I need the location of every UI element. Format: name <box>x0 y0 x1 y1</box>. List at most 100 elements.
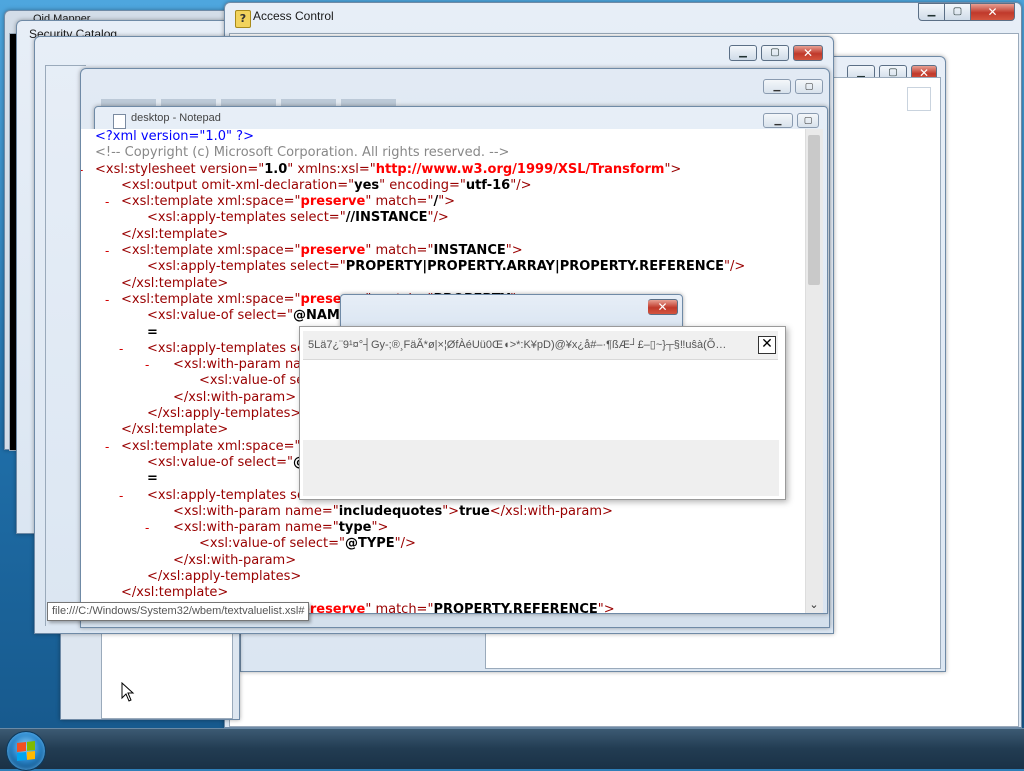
caption-buttons: ▁ ▢ <box>763 79 823 94</box>
xml-line-content: </xsl:template> <box>121 422 228 438</box>
xml-line-content: </xsl:template> <box>121 227 228 243</box>
xml-token: preserve <box>300 601 366 613</box>
xml-token: utf-16 <box>465 177 511 193</box>
close-button[interactable]: ✕ <box>648 299 678 315</box>
xml-token: "/> <box>724 259 746 275</box>
xml-token: </xsl:template> <box>121 422 229 438</box>
xml-line: - <xsl:with-param name="type"> <box>81 520 823 536</box>
popup-footer <box>303 440 779 496</box>
minimize-button[interactable]: ▁ <box>763 79 791 94</box>
minimize-button[interactable]: ▁ <box>763 113 793 128</box>
collapse-marker[interactable]: - <box>105 243 109 259</box>
xml-token: http://www.w3.org/1999/XSL/Transform <box>375 161 665 177</box>
minimize-button[interactable]: ▁ <box>918 3 945 21</box>
xml-token: PROPERTY.REFERENCE <box>433 601 598 613</box>
xml-token: //INSTANCE <box>345 210 428 226</box>
small-dialog-window[interactable]: ✕ <box>340 294 683 328</box>
maximize-button[interactable]: ▢ <box>761 45 789 61</box>
xml-token: <xsl:stylesheet version=" <box>95 161 265 177</box>
xml-token: <xsl:with-param name=" <box>173 503 339 519</box>
access-control-icon: ? <box>235 10 251 28</box>
xml-token: <xsl:apply-templates select=" <box>147 259 346 275</box>
property-field[interactable] <box>907 87 931 111</box>
xml-line-content: <xsl:apply-templates select="PROPERTY|PR… <box>147 259 745 275</box>
xml-line-content: </xsl:with-param> <box>173 390 296 406</box>
xml-line: <!-- Copyright (c) Microsoft Corporation… <box>81 145 823 161</box>
xml-line-content: </xsl:apply-templates> <box>147 569 301 585</box>
xml-line-content: <xsl:with-param name="type"> <box>173 520 388 536</box>
close-button[interactable]: ✕ <box>793 45 823 61</box>
xml-line: <xsl:apply-templates select="PROPERTY|PR… <box>81 259 823 275</box>
popup-header: 5Lä7¿¨9¹¤°┤Gy-;®¸FäÃ*ø|×¦ØfÀéUü0Œ◖>*:K¥p… <box>303 331 778 360</box>
xml-token: "> <box>442 503 460 519</box>
xml-line: <xsl:with-param name="includequotes">tru… <box>81 504 823 520</box>
xml-token: @TYPE <box>344 536 395 552</box>
xml-token: <xsl:value-of select=" <box>199 536 345 552</box>
xml-token: " match=" <box>365 601 434 613</box>
xml-line-content: = <box>147 325 158 341</box>
xml-token: </xsl:with-param> <box>489 503 613 519</box>
xml-token: <xsl:value-of select=" <box>147 454 293 470</box>
close-button[interactable]: ✕ <box>971 3 1015 21</box>
xml-token: </xsl:apply-templates> <box>147 569 302 585</box>
xml-line: -<xsl:template xml:space="preserve" matc… <box>81 243 823 259</box>
xml-token: "> <box>371 520 389 536</box>
collapse-marker[interactable]: - <box>81 162 83 178</box>
xml-token: <xsl:value-of select=" <box>147 308 293 324</box>
xml-token: <xsl:template xml:space=" <box>121 243 301 259</box>
garbled-popup[interactable]: 5Lä7¿¨9¹¤°┤Gy-;®¸FäÃ*ø|×¦ØfÀéUü0Œ◖>*:K¥p… <box>299 326 786 500</box>
xml-line: <xsl:output omit-xml-declaration="yes" e… <box>81 178 823 194</box>
scroll-thumb[interactable] <box>808 135 820 285</box>
xml-line: </xsl:template> <box>81 585 823 601</box>
collapse-marker[interactable]: - <box>145 357 149 373</box>
start-button[interactable] <box>6 731 46 771</box>
xml-line: <xsl:apply-templates select="//INSTANCE"… <box>81 210 823 226</box>
xml-token: </xsl:template> <box>121 275 229 291</box>
collapse-marker[interactable]: - <box>105 194 109 210</box>
collapse-marker[interactable]: - <box>145 520 149 536</box>
xml-line-content: </xsl:with-param> <box>173 553 296 569</box>
xml-token: "/> <box>510 177 532 193</box>
xml-line-content: <!-- Copyright (c) Microsoft Corporation… <box>95 145 509 161</box>
scroll-down-arrow[interactable]: ⌄ <box>808 598 820 611</box>
xml-line-content: <xsl:value-of select="@TYPE"/> <box>199 536 416 552</box>
xml-line-content: <xsl:template xml:space="preserve" match… <box>121 194 455 210</box>
xml-token: "> <box>664 161 682 177</box>
window-title: Access Control <box>253 9 334 23</box>
collapse-marker[interactable]: - <box>105 292 109 308</box>
xml-line-content: <xsl:template xml:space="preserve" match… <box>121 243 523 259</box>
caption-buttons: ▁ ▢ <box>763 113 819 128</box>
taskbar <box>0 728 1024 771</box>
xml-token: </xsl:apply-templates> <box>147 406 302 422</box>
vertical-scrollbar[interactable]: ⌄ <box>805 129 823 613</box>
collapse-marker[interactable]: - <box>119 341 123 357</box>
xml-line-content: <xsl:value-of select="@NAME"/> <box>147 308 370 324</box>
maximize-button[interactable]: ▢ <box>795 79 823 94</box>
maximize-button[interactable]: ▢ <box>945 3 971 21</box>
notepad-icon <box>113 114 126 129</box>
xml-token: <xsl:template xml:space=" <box>121 438 301 454</box>
xml-line-content: </xsl:apply-templates> <box>147 406 301 422</box>
xml-token: <xsl:output omit-xml-declaration=" <box>121 177 355 193</box>
collapse-marker[interactable]: - <box>119 488 123 504</box>
xml-token: "/> <box>394 536 416 552</box>
xml-token: "> <box>597 601 615 613</box>
xml-line-content: </xsl:template> <box>121 276 228 292</box>
xml-line-content: <?xml version="1.0" ?> <box>95 129 254 145</box>
xml-line-content: <xsl:stylesheet version="1.0" xmlns:xsl=… <box>95 162 681 178</box>
xml-token: <xsl:with-param name=" <box>173 520 339 536</box>
mouse-cursor-icon <box>121 682 135 702</box>
xml-token: "> <box>505 243 523 259</box>
xml-token: = <box>147 324 158 340</box>
xml-line-content: <xsl:with-param name="includequotes">tru… <box>173 504 613 520</box>
minimize-button[interactable]: ▁ <box>729 45 757 61</box>
xml-line-content: = <box>147 471 158 487</box>
maximize-button[interactable]: ▢ <box>797 113 819 128</box>
xml-token: <xsl:template xml:space=" <box>121 291 301 307</box>
xml-token: </xsl:template> <box>121 585 229 601</box>
xml-token: PROPERTY|PROPERTY.ARRAY|PROPERTY.REFEREN… <box>345 259 725 275</box>
collapse-marker[interactable]: - <box>105 439 109 455</box>
xml-token: </xsl:with-param> <box>173 552 297 568</box>
xml-token: " match=" <box>365 194 434 210</box>
popup-close-button[interactable]: ✕ <box>758 336 776 354</box>
